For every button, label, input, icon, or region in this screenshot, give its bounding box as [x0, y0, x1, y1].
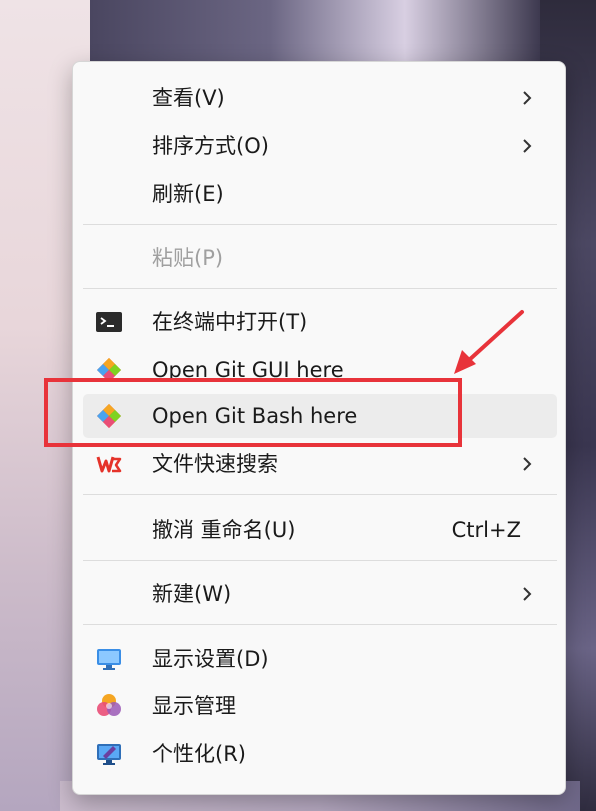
annotation-arrow-icon — [454, 310, 524, 374]
desktop-background: 查看(V) 排序方式(O) 刷新(E) 粘贴(P) 在终端中打开(T) Open… — [0, 0, 596, 811]
